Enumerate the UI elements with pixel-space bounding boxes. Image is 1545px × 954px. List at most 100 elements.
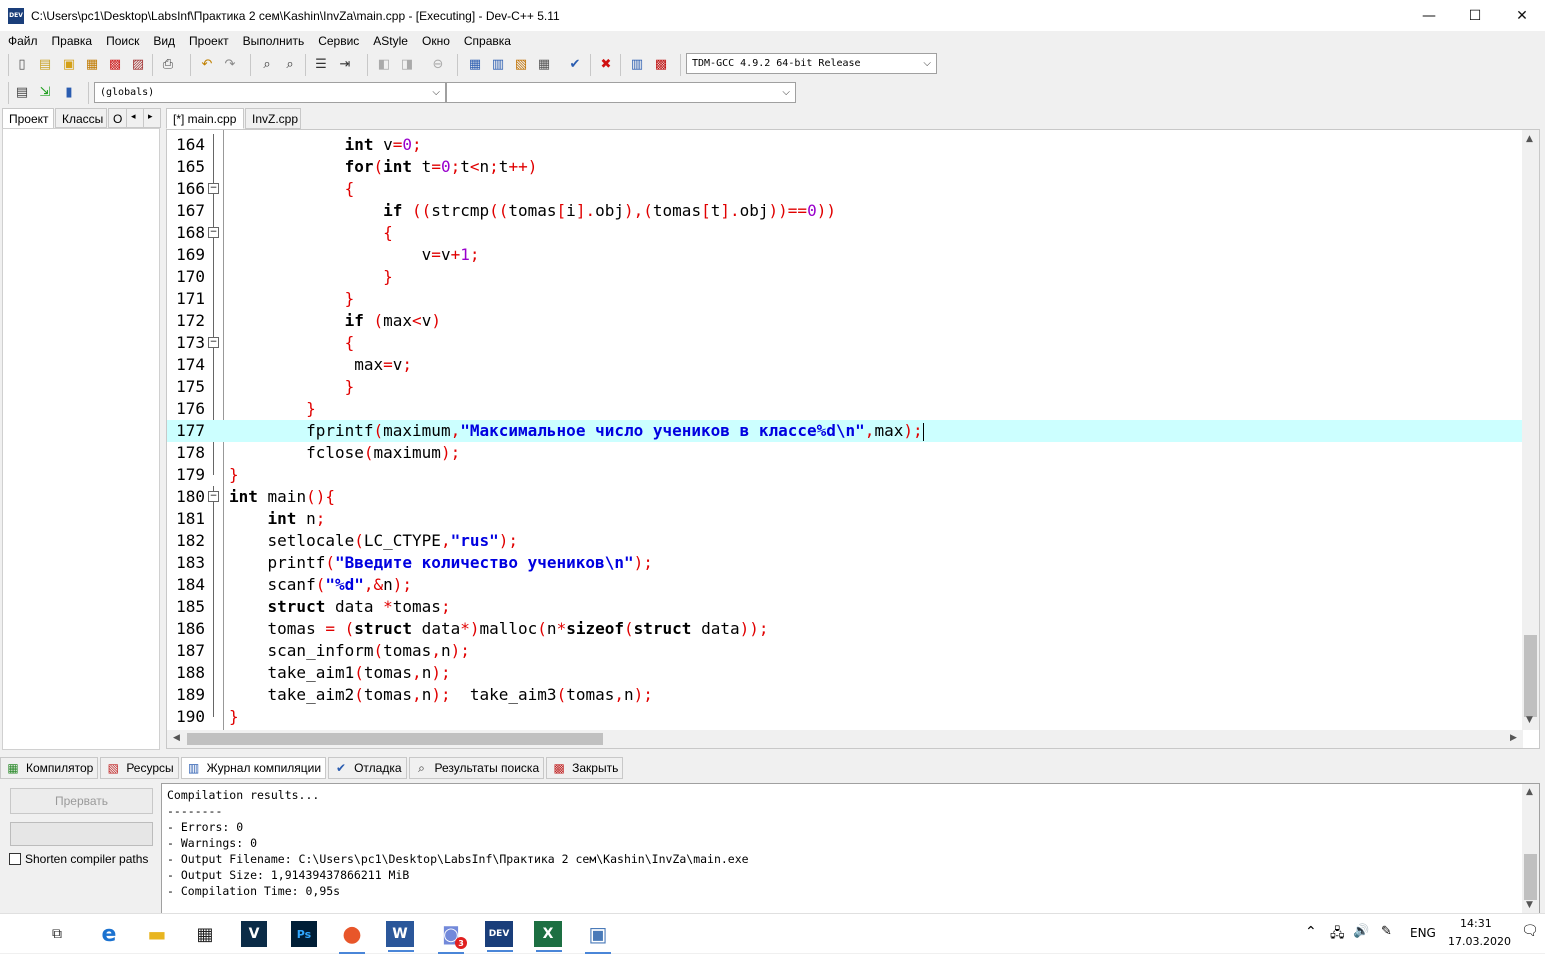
- code-line[interactable]: 176 }: [167, 398, 1523, 420]
- tab-compiler[interactable]: ▦ Компилятор: [0, 757, 99, 779]
- close-file-icon[interactable]: ▩: [105, 54, 125, 74]
- chevron-up-icon[interactable]: ⌃: [1305, 924, 1317, 940]
- devcpp-taskbar-icon[interactable]: DEV: [485, 921, 513, 952]
- code-line[interactable]: 183 printf("Введите количество учеников\…: [167, 552, 1523, 574]
- fold-toggle-icon[interactable]: −: [208, 491, 219, 502]
- tab-debug[interactable]: О: [108, 108, 128, 128]
- code-line[interactable]: 173− {: [167, 332, 1523, 354]
- new-file-icon[interactable]: ▯: [12, 54, 32, 74]
- fold-toggle-icon[interactable]: −: [208, 337, 219, 348]
- code-line[interactable]: 190}: [167, 706, 1523, 728]
- log-vertical-scrollbar[interactable]: ▲ ▼: [1522, 784, 1539, 913]
- delete-errors-icon[interactable]: ✖: [596, 54, 616, 74]
- scrollbar-thumb[interactable]: [187, 733, 603, 745]
- code-line[interactable]: 174 max=v;: [167, 354, 1523, 376]
- task-view-icon[interactable]: ⧉: [42, 919, 72, 949]
- tab-compile-log[interactable]: ▥ Журнал компиляции: [180, 757, 327, 779]
- run-icon[interactable]: ▥: [488, 54, 508, 74]
- undo-icon[interactable]: ↶: [197, 54, 217, 74]
- volume-icon[interactable]: 🔊: [1353, 924, 1369, 939]
- compile-icon[interactable]: ▦: [465, 54, 485, 74]
- scroll-down-icon[interactable]: ▼: [1526, 900, 1533, 910]
- code-line[interactable]: 179}: [167, 464, 1523, 486]
- tab-resources[interactable]: ▧ Ресурсы: [100, 757, 179, 779]
- save-all-icon[interactable]: ▦: [82, 54, 102, 74]
- notifications-icon[interactable]: 🗨: [1521, 923, 1539, 939]
- fold-toggle-icon[interactable]: −: [208, 183, 219, 194]
- code-line[interactable]: 184 scanf("%d",&n);: [167, 574, 1523, 596]
- compiler-select[interactable]: TDM-GCC 4.9.2 64-bit Release ⌵: [686, 53, 937, 74]
- shorten-paths-option[interactable]: Shorten compiler paths: [9, 852, 148, 866]
- code-line[interactable]: 187 scan_inform(tomas,n);: [167, 640, 1523, 662]
- insert-icon[interactable]: ⇲: [35, 82, 55, 102]
- menu-execute[interactable]: Выполнить: [243, 34, 305, 48]
- fold-toggle-icon[interactable]: −: [208, 227, 219, 238]
- code-line[interactable]: 172 if (max<v): [167, 310, 1523, 332]
- save-icon[interactable]: ▣: [59, 54, 79, 74]
- find-icon[interactable]: ⌕: [257, 54, 277, 74]
- file-explorer-icon[interactable]: ▬: [142, 919, 172, 949]
- edge-icon[interactable]: e: [94, 919, 124, 949]
- code-line[interactable]: 182 setlocale(LC_CTYPE,"rus");: [167, 530, 1523, 552]
- firefox-icon[interactable]: ●: [337, 919, 367, 954]
- tab-main-cpp[interactable]: [*] main.cpp: [166, 108, 244, 129]
- code-line[interactable]: 170 }: [167, 266, 1523, 288]
- code-line[interactable]: 171 }: [167, 288, 1523, 310]
- code-editor[interactable]: 164 int v=0; 165 for(int t=0;t<n;t++) 166−…: [166, 129, 1540, 749]
- photoshop-icon[interactable]: Ps: [291, 921, 317, 947]
- menu-search[interactable]: Поиск: [106, 34, 139, 48]
- code-line[interactable]: 188 take_aim1(tomas,n);: [167, 662, 1523, 684]
- network-icon[interactable]: 🖧: [1330, 924, 1345, 946]
- menu-file[interactable]: Файл: [8, 34, 38, 48]
- code-line[interactable]: 169 v=v+1;: [167, 244, 1523, 266]
- editor-horizontal-scrollbar[interactable]: ◀ ▶: [167, 730, 1523, 748]
- scroll-up-icon[interactable]: ▲: [1526, 134, 1533, 144]
- code-line[interactable]: 167 if ((strcmp((tomas[i].obj),(tomas[t]…: [167, 200, 1523, 222]
- scroll-up-icon[interactable]: ▲: [1526, 787, 1533, 797]
- code-line[interactable]: 185 struct data *tomas;: [167, 596, 1523, 618]
- menu-project[interactable]: Проект: [189, 34, 229, 48]
- close-window-button[interactable]: ✕: [1499, 0, 1545, 31]
- rebuild-icon[interactable]: ▦: [534, 54, 554, 74]
- stop-execute-icon[interactable]: ⊖: [428, 54, 448, 74]
- redo-icon[interactable]: ↷: [220, 54, 240, 74]
- discord-icon[interactable]: ◙ 3: [436, 919, 467, 954]
- tab-scroll-left-icon[interactable]: ◂: [126, 108, 144, 128]
- pen-icon[interactable]: ✎: [1381, 924, 1392, 939]
- print-icon[interactable]: ⎙: [158, 54, 178, 74]
- menu-edit[interactable]: Правка: [52, 34, 93, 48]
- compile-run-icon[interactable]: ▧: [511, 54, 531, 74]
- code-line[interactable]: 186 tomas = (struct data*)malloc(n*sizeo…: [167, 618, 1523, 640]
- menu-astyle[interactable]: AStyle: [373, 34, 408, 48]
- maximize-button[interactable]: ☐: [1452, 0, 1498, 31]
- code-line[interactable]: 181 int n;: [167, 508, 1523, 530]
- tab-debug-output[interactable]: ✔ Отладка: [328, 757, 407, 779]
- code-line[interactable]: 166− {: [167, 178, 1523, 200]
- clock-date[interactable]: 17.03.2020: [1448, 935, 1511, 948]
- toggle-bookmark-icon[interactable]: ▮: [59, 82, 79, 102]
- tab-invz-cpp[interactable]: InvZ.cpp: [245, 108, 301, 129]
- syntax-check-icon[interactable]: ✔: [565, 54, 585, 74]
- forward-icon[interactable]: ◨: [397, 54, 417, 74]
- abort-button[interactable]: Прервать: [10, 788, 153, 814]
- tab-search-results[interactable]: ⌕ Результаты поиска: [408, 757, 545, 779]
- editor-vertical-scrollbar[interactable]: ▲ ▼: [1522, 130, 1539, 730]
- tab-project[interactable]: Проект: [2, 108, 54, 128]
- code-line[interactable]: 164 int v=0;: [167, 134, 1523, 156]
- indent-icon[interactable]: ☰: [311, 54, 331, 74]
- menu-window[interactable]: Окно: [422, 34, 450, 48]
- code-line[interactable]: 189 take_aim2(tomas,n); take_aim3(tomas,…: [167, 684, 1523, 706]
- goto-line-icon[interactable]: ⇥: [335, 54, 355, 74]
- tab-close-panel[interactable]: ▩ Закрыть: [546, 757, 624, 779]
- vegas-icon[interactable]: V: [241, 921, 267, 947]
- code-line[interactable]: 168− {: [167, 222, 1523, 244]
- tab-scroll-right-icon[interactable]: ▸: [143, 108, 161, 128]
- code-line[interactable]: 175 }: [167, 376, 1523, 398]
- code-line[interactable]: 180− int main(){: [167, 486, 1523, 508]
- replace-icon[interactable]: ⌕: [280, 54, 300, 74]
- menu-help[interactable]: Справка: [464, 34, 511, 48]
- new-class-icon[interactable]: ▤: [12, 82, 32, 102]
- function-select[interactable]: ⌵: [446, 82, 796, 103]
- shorten-paths-checkbox[interactable]: [9, 853, 21, 865]
- minimize-button[interactable]: —: [1406, 0, 1452, 31]
